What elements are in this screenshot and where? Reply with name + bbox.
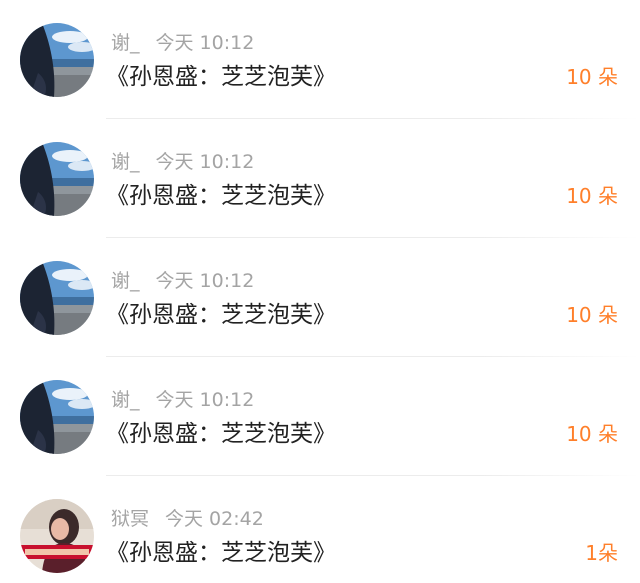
username[interactable]: 谢_ [111, 270, 140, 292]
timestamp: 今天 10:12 [155, 389, 255, 411]
timestamp: 今天 02:42 [165, 508, 264, 530]
list-item[interactable]: 狱冥 今天 02:42 《孙恩盛：芝芝泡芙》 1朵 [0, 476, 640, 583]
seaside-photo-avatar-icon [20, 142, 94, 216]
gift-amount: 10 朵 [566, 422, 618, 446]
username[interactable]: 谢_ [111, 32, 140, 54]
item-title: 《孙恩盛：芝芝泡芙》 [106, 302, 336, 328]
gift-amount: 10 朵 [566, 184, 618, 208]
item-title: 《孙恩盛：芝芝泡芙》 [106, 64, 336, 90]
list-item[interactable]: 谢_ 今天 10:12 《孙恩盛：芝芝泡芙》 10 朵 [0, 238, 640, 357]
seaside-photo-avatar-icon [20, 261, 94, 335]
list-item[interactable]: 谢_ 今天 10:12 《孙恩盛：芝芝泡芙》 10 朵 [0, 119, 640, 238]
username[interactable]: 谢_ [111, 151, 140, 173]
user-avatar[interactable] [20, 23, 94, 97]
seaside-photo-avatar-icon [20, 23, 94, 97]
username[interactable]: 狱冥 [111, 508, 149, 530]
list-item[interactable]: 谢_ 今天 10:12 《孙恩盛：芝芝泡芙》 10 朵 [0, 357, 640, 476]
item-meta: 谢_ 今天 10:12 [111, 150, 254, 174]
user-avatar[interactable] [20, 142, 94, 216]
timestamp: 今天 10:12 [155, 32, 255, 54]
user-avatar[interactable] [20, 499, 94, 573]
portrait-photo-avatar-icon [20, 499, 94, 573]
timestamp: 今天 10:12 [155, 270, 255, 292]
gift-amount: 1朵 [585, 541, 618, 565]
item-meta: 谢_ 今天 10:12 [111, 31, 254, 55]
username[interactable]: 谢_ [111, 389, 140, 411]
item-meta: 谢_ 今天 10:12 [111, 269, 254, 293]
list-item[interactable]: 谢_ 今天 10:12 《孙恩盛：芝芝泡芙》 10 朵 [0, 0, 640, 119]
item-title: 《孙恩盛：芝芝泡芙》 [106, 183, 336, 209]
item-meta: 狱冥 今天 02:42 [111, 507, 264, 531]
item-meta: 谢_ 今天 10:12 [111, 388, 254, 412]
gift-record-list: 谢_ 今天 10:12 《孙恩盛：芝芝泡芙》 10 朵 谢_ 今天 10:12 《孙… [0, 0, 640, 583]
gift-amount: 10 朵 [566, 303, 618, 327]
user-avatar[interactable] [20, 261, 94, 335]
user-avatar[interactable] [20, 380, 94, 454]
item-title: 《孙恩盛：芝芝泡芙》 [106, 421, 336, 447]
gift-amount: 10 朵 [566, 65, 618, 89]
seaside-photo-avatar-icon [20, 380, 94, 454]
item-title: 《孙恩盛：芝芝泡芙》 [106, 540, 336, 566]
timestamp: 今天 10:12 [155, 151, 255, 173]
